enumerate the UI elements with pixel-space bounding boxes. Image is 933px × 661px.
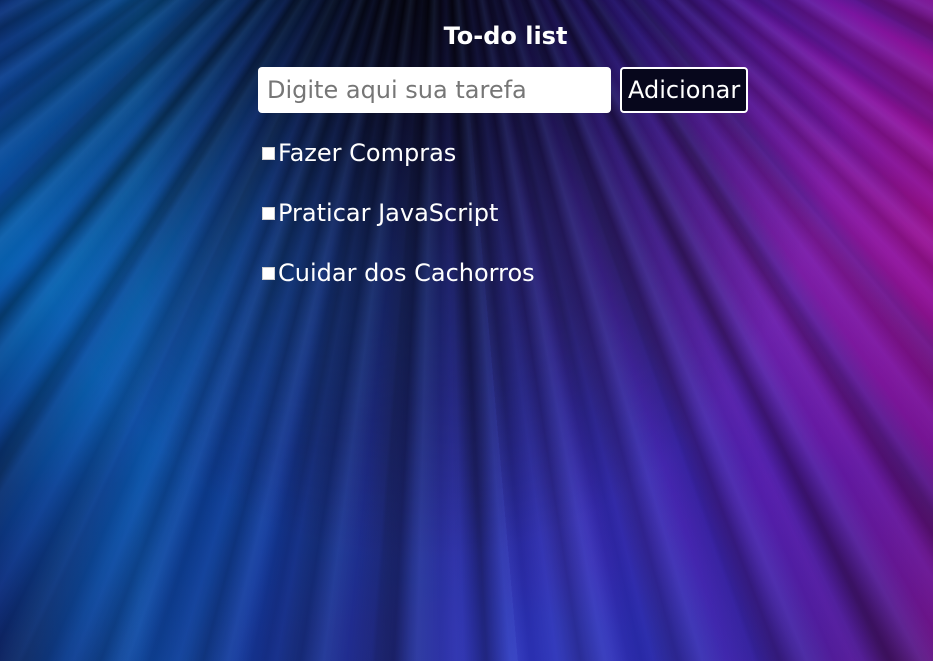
task-label: Fazer Compras — [278, 139, 457, 167]
task-checkbox[interactable] — [262, 206, 275, 220]
add-task-form: Adicionar — [258, 67, 753, 113]
task-item: Cuidar dos Cachorros — [258, 255, 753, 291]
task-list: Fazer Compras Praticar JavaScript Cuidar… — [258, 135, 753, 291]
task-label: Cuidar dos Cachorros — [278, 259, 535, 287]
task-item: Praticar JavaScript — [258, 195, 753, 231]
task-input[interactable] — [258, 67, 611, 113]
task-label: Praticar JavaScript — [278, 199, 499, 227]
todo-app: To-do list Adicionar Fazer Compras Prati… — [258, 20, 753, 315]
task-checkbox[interactable] — [262, 146, 275, 160]
page-title: To-do list — [443, 22, 568, 50]
task-item: Fazer Compras — [258, 135, 753, 171]
task-checkbox[interactable] — [262, 266, 275, 280]
add-button[interactable]: Adicionar — [620, 67, 749, 113]
